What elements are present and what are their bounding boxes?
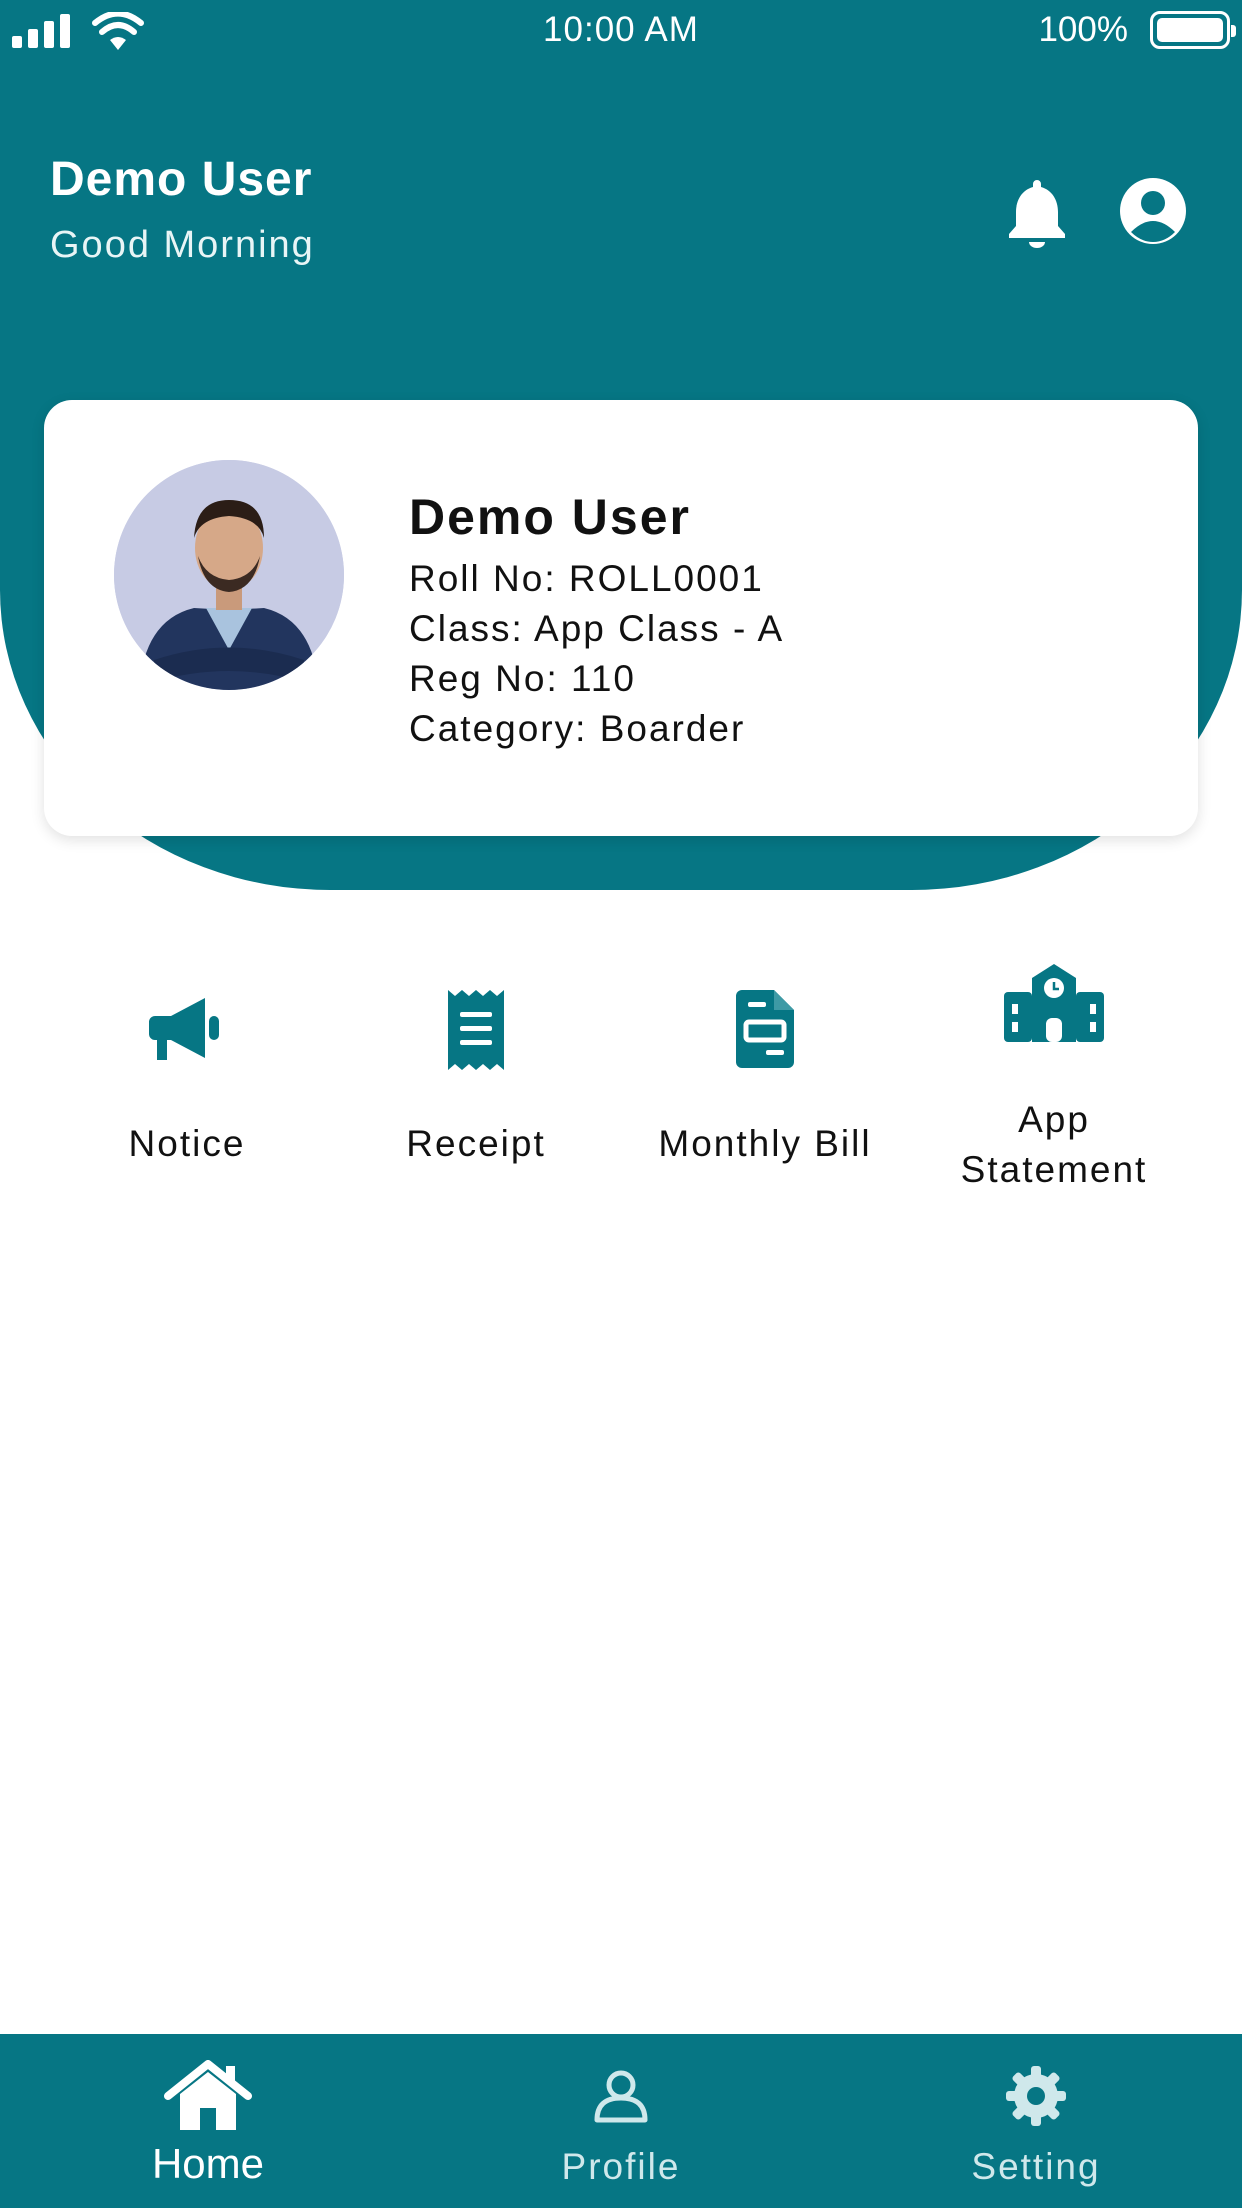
menu-app-statement-label-line2: Statement xyxy=(960,1149,1148,1190)
gear-icon xyxy=(1006,2066,1066,2126)
megaphone-icon xyxy=(149,998,219,1060)
roll-number: Roll No: ROLL0001 xyxy=(409,558,764,599)
menu-receipt-label: Receipt xyxy=(406,1123,546,1164)
menu-app-statement-label-line1: App xyxy=(1018,1099,1090,1140)
nav-profile-label: Profile xyxy=(561,2146,681,2187)
status-bar: 10:00 AM 100% xyxy=(0,0,1242,62)
nav-home-label: Home xyxy=(151,2140,265,2187)
menu-notice-label: Notice xyxy=(128,1123,246,1164)
menu-monthly-bill[interactable]: Monthly Bill xyxy=(620,950,910,1210)
nav-setting[interactable]: Setting xyxy=(886,2034,1186,2208)
menu-monthly-bill-label: Monthly Bill xyxy=(658,1123,872,1164)
header-user-name: Demo User xyxy=(50,153,313,206)
header-greeting: Good Morning xyxy=(50,224,315,266)
battery-icon xyxy=(1150,11,1236,49)
school-icon xyxy=(1004,964,1104,1042)
menu-app-statement[interactable]: App Statement xyxy=(909,950,1199,1210)
card-student-name: Demo User xyxy=(409,489,691,545)
home-icon xyxy=(164,2060,252,2130)
nav-setting-label: Setting xyxy=(971,2146,1101,2187)
profile-card[interactable]: Demo User Roll No: ROLL0001 Class: App C… xyxy=(44,400,1198,836)
account-icon[interactable] xyxy=(1118,176,1188,246)
avatar xyxy=(114,460,344,690)
bell-icon[interactable] xyxy=(1006,176,1068,248)
profile-icon xyxy=(594,2070,648,2123)
bottom-nav: Home Profile Setting xyxy=(0,2034,1242,2208)
battery-percent: 100% xyxy=(1038,10,1128,49)
bill-icon xyxy=(736,990,794,1068)
reg-number: Reg No: 110 xyxy=(409,658,636,699)
category-label: Category: Boarder xyxy=(409,708,746,749)
nav-home[interactable]: Home xyxy=(58,2034,358,2208)
nav-profile[interactable]: Profile xyxy=(471,2034,771,2208)
class-label: Class: App Class - A xyxy=(409,608,785,649)
menu-notice[interactable]: Notice xyxy=(42,950,332,1210)
avatar-photo xyxy=(114,460,344,690)
menu-receipt[interactable]: Receipt xyxy=(331,950,621,1210)
receipt-icon xyxy=(448,990,504,1070)
